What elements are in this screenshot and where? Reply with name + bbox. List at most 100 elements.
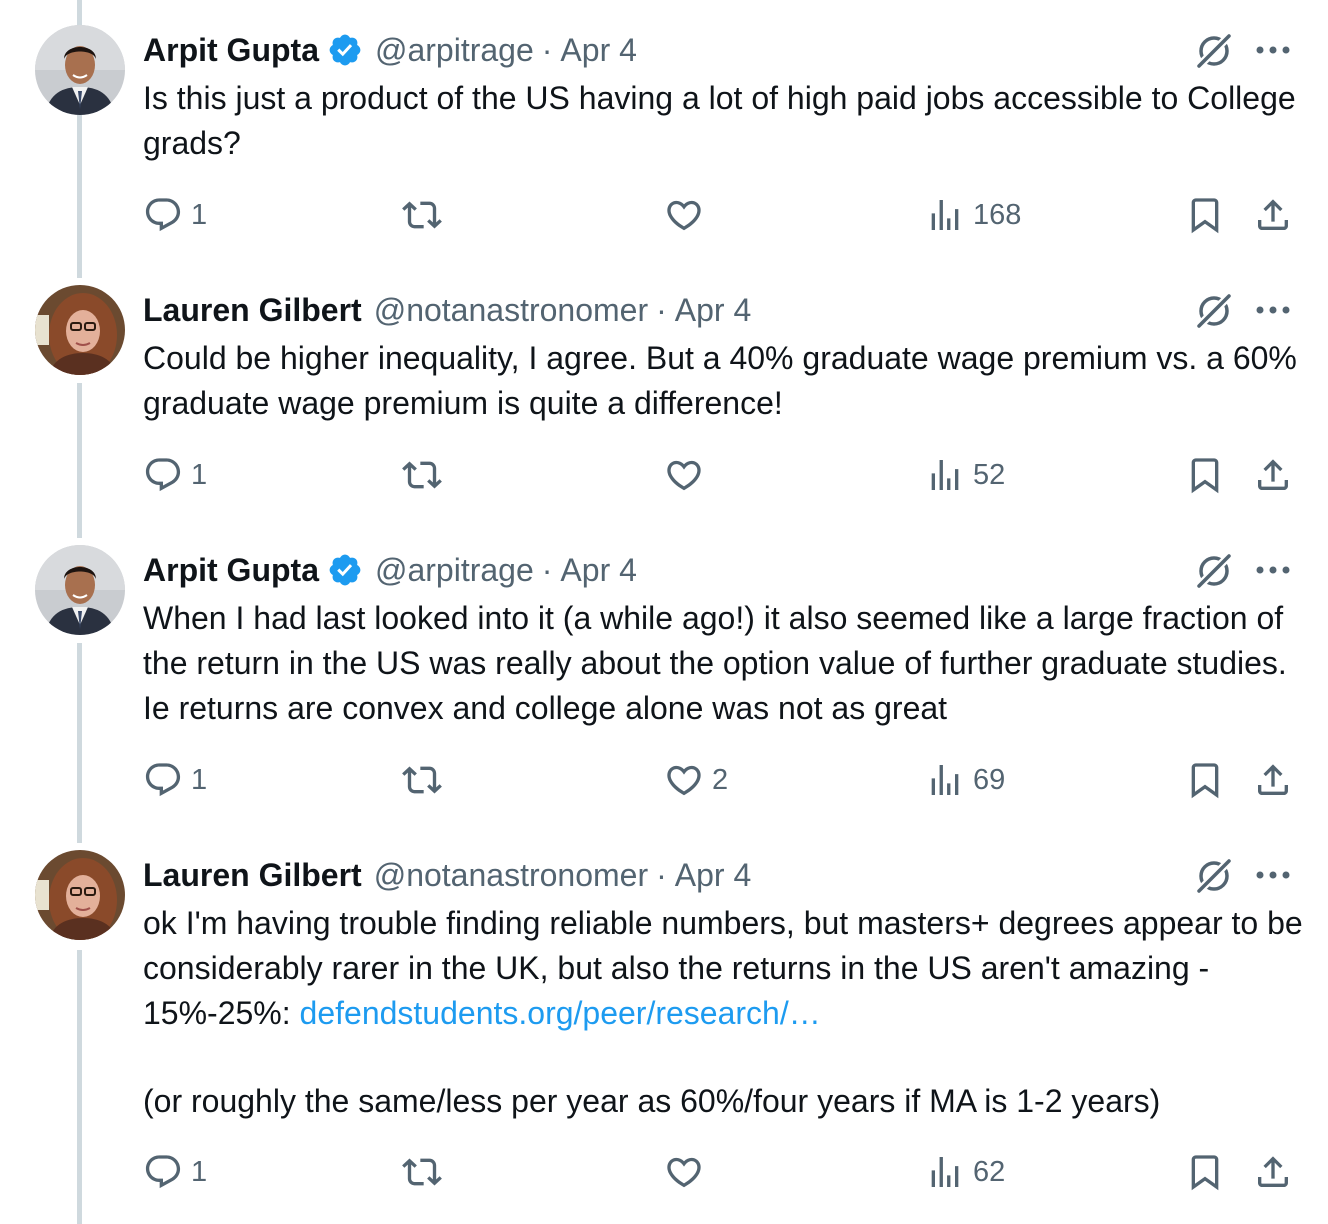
- share-icon: [1258, 1156, 1288, 1187]
- tweet-date[interactable]: Apr 4: [675, 857, 751, 894]
- tweet-header: Lauren Gilbert @notanastronomer · Apr 4: [143, 285, 751, 335]
- tweet-thread: Arpit Gupta @arpitrage · Apr 4 Is this j…: [0, 0, 1328, 1224]
- more-icon[interactable]: [1253, 862, 1293, 888]
- tweet-actions: 1 168: [0, 190, 1328, 240]
- like-button[interactable]: [664, 190, 704, 240]
- author-handle[interactable]: @arpitrage: [375, 32, 534, 69]
- avatar[interactable]: [35, 285, 125, 375]
- like-icon: [667, 1157, 701, 1188]
- tweet-paragraph: Could be higher inequality, I agree. But…: [143, 340, 1297, 421]
- more-icon[interactable]: [1253, 557, 1293, 583]
- views-count: 52: [973, 458, 1006, 491]
- like-count: 2: [712, 763, 729, 796]
- avatar[interactable]: [35, 545, 125, 635]
- reply-count: 1: [191, 198, 208, 231]
- reply-count: 1: [191, 763, 208, 796]
- tweet-text: Could be higher inequality, I agree. But…: [143, 336, 1303, 426]
- tweet-actions: 1 2 69: [0, 755, 1328, 805]
- share-button[interactable]: [1253, 450, 1293, 500]
- reply-button[interactable]: 1: [143, 1147, 207, 1197]
- like-icon: [667, 765, 701, 796]
- views-count: 62: [973, 1155, 1006, 1188]
- author-handle[interactable]: @notanastronomer: [374, 857, 648, 894]
- verified-badge-icon: [327, 32, 363, 68]
- share-icon: [1258, 764, 1288, 795]
- like-button[interactable]: [664, 450, 704, 500]
- reply-button[interactable]: 1: [143, 450, 207, 500]
- tweet-paragraph: (or roughly the same/less per year as 60…: [143, 1083, 1161, 1119]
- tweet-date[interactable]: Apr 4: [675, 292, 751, 329]
- views-count: 69: [973, 763, 1006, 796]
- avatar[interactable]: [35, 25, 125, 115]
- retweet-icon: [402, 461, 442, 489]
- views-button[interactable]: 62: [925, 1147, 1005, 1197]
- tweet-text: When I had last looked into it (a while …: [143, 596, 1303, 731]
- reply-count: 1: [191, 458, 208, 491]
- retweet-button[interactable]: [402, 1147, 442, 1197]
- author-handle[interactable]: @notanastronomer: [374, 292, 648, 329]
- grok-icon[interactable]: [1193, 290, 1235, 332]
- author-name[interactable]: Lauren Gilbert: [143, 292, 362, 329]
- tweet-actions: 1 62: [0, 1147, 1328, 1197]
- reply-button[interactable]: 1: [143, 190, 207, 240]
- reply-icon: [145, 458, 181, 492]
- tweet-header: Arpit Gupta @arpitrage · Apr 4: [143, 545, 637, 595]
- reply-icon: [145, 198, 181, 232]
- separator: ·: [656, 856, 667, 893]
- bookmark-icon: [1191, 1155, 1219, 1191]
- author-name[interactable]: Lauren Gilbert: [143, 857, 362, 894]
- tweet-text: Is this just a product of the US having …: [143, 76, 1303, 166]
- bookmark-icon: [1191, 763, 1219, 799]
- avatar[interactable]: [35, 850, 125, 940]
- bookmark-button[interactable]: [1185, 190, 1225, 240]
- verified-badge-icon: [327, 552, 363, 588]
- tweet-date[interactable]: Apr 4: [560, 552, 636, 589]
- tweet-paragraph: ok I'm having trouble finding reliable n…: [143, 901, 1303, 1036]
- reply-count: 1: [191, 1155, 208, 1188]
- views-icon: [931, 765, 959, 795]
- bookmark-icon: [1191, 458, 1219, 494]
- author-name[interactable]: Arpit Gupta: [143, 552, 319, 589]
- author-name[interactable]: Arpit Gupta: [143, 32, 319, 69]
- share-button[interactable]: [1253, 1147, 1293, 1197]
- reply-icon: [145, 763, 181, 797]
- more-icon[interactable]: [1253, 297, 1293, 323]
- share-icon: [1258, 199, 1288, 230]
- tweet-header: Lauren Gilbert @notanastronomer · Apr 4: [143, 850, 751, 900]
- grok-icon[interactable]: [1193, 30, 1235, 72]
- bookmark-button[interactable]: [1185, 450, 1225, 500]
- grok-icon[interactable]: [1193, 855, 1235, 897]
- more-icon[interactable]: [1253, 37, 1293, 63]
- author-handle[interactable]: @arpitrage: [375, 552, 534, 589]
- tweet-actions: 1 52: [0, 450, 1328, 500]
- bookmark-button[interactable]: [1185, 1147, 1225, 1197]
- views-icon: [931, 1157, 959, 1187]
- like-button[interactable]: 2: [664, 755, 728, 805]
- views-button[interactable]: 52: [925, 450, 1005, 500]
- like-button[interactable]: [664, 1147, 704, 1197]
- retweet-button[interactable]: [402, 190, 442, 240]
- bookmark-button[interactable]: [1185, 755, 1225, 805]
- views-icon: [931, 200, 959, 230]
- share-button[interactable]: [1253, 755, 1293, 805]
- like-icon: [667, 460, 701, 491]
- tweet-date[interactable]: Apr 4: [560, 32, 636, 69]
- views-button[interactable]: 69: [925, 755, 1005, 805]
- separator: ·: [541, 31, 553, 68]
- tweet-header: Arpit Gupta @arpitrage · Apr 4: [143, 25, 637, 75]
- reply-button[interactable]: 1: [143, 755, 207, 805]
- retweet-button[interactable]: [402, 450, 442, 500]
- thread-connector: [77, 643, 82, 843]
- retweet-icon: [402, 766, 442, 794]
- views-button[interactable]: 168: [925, 190, 1021, 240]
- retweet-button[interactable]: [402, 755, 442, 805]
- grok-icon[interactable]: [1193, 550, 1235, 592]
- tweet-paragraph: Is this just a product of the US having …: [143, 80, 1296, 161]
- share-button[interactable]: [1253, 190, 1293, 240]
- tweet-link[interactable]: defendstudents.org/peer/research/…: [300, 995, 821, 1031]
- separator: ·: [656, 291, 667, 328]
- reply-icon: [145, 1155, 181, 1189]
- views-count: 168: [973, 198, 1022, 231]
- tweet-paragraph: When I had last looked into it (a while …: [143, 600, 1287, 726]
- bookmark-icon: [1191, 198, 1219, 234]
